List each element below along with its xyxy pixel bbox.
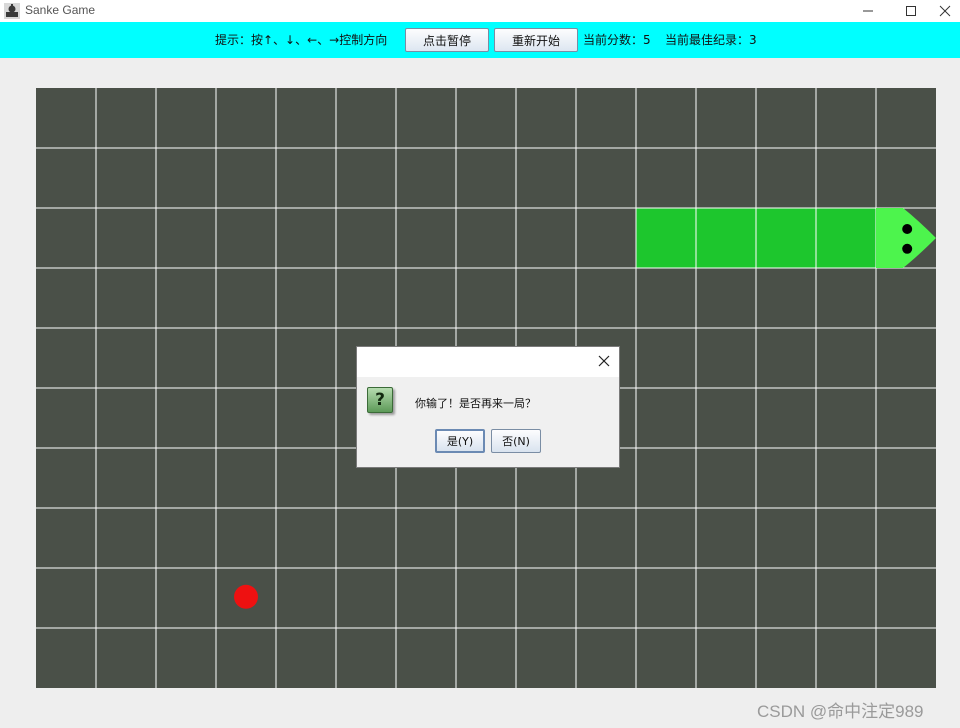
window-close-button[interactable] [930,0,960,22]
app-icon [4,3,20,19]
snake-eye-top [902,224,913,234]
dialog-message: 你输了！是否再来一局？ [415,397,536,410]
close-icon [939,5,951,17]
minimize-button[interactable] [845,0,891,22]
snake-eye-bottom [902,243,913,254]
dialog-header [357,347,619,377]
watermark: CSDN @命中注定989 [757,702,924,721]
control-hint: 提示：按↑、↓、←、→控制方向 [215,33,388,47]
question-icon: ? [367,387,393,413]
maximize-button[interactable] [888,0,934,22]
minimize-icon [863,10,873,12]
snake-body-segment [636,208,696,268]
restart-button[interactable]: 重新开始 [494,28,578,52]
game-toolbar: 提示：按↑、↓、←、→控制方向 点击暂停 重新开始 当前分数：5 当前最佳纪录：… [0,22,960,58]
snake-body-segment [816,208,876,268]
pause-button[interactable]: 点击暂停 [405,28,489,52]
food-apple [234,584,258,609]
title-bar: Sanke Game [0,0,960,22]
game-over-dialog: ? 你输了！是否再来一局？ 是(Y) 否(N) [356,346,620,468]
yes-button[interactable]: 是(Y) [435,429,485,453]
snake-body-segment [756,208,816,268]
window-title: Sanke Game [25,3,96,17]
snake-body-segment [696,208,756,268]
dialog-close-icon[interactable] [597,354,611,368]
no-button[interactable]: 否(N) [491,429,541,453]
maximize-icon [906,6,916,16]
best-score: 当前最佳纪录：3 [665,33,757,47]
current-score: 当前分数：5 [583,33,651,47]
snake-game-window: Sanke Game 提示：按↑、↓、←、→控制方向 点击暂停 重新开始 当前分… [0,0,960,728]
